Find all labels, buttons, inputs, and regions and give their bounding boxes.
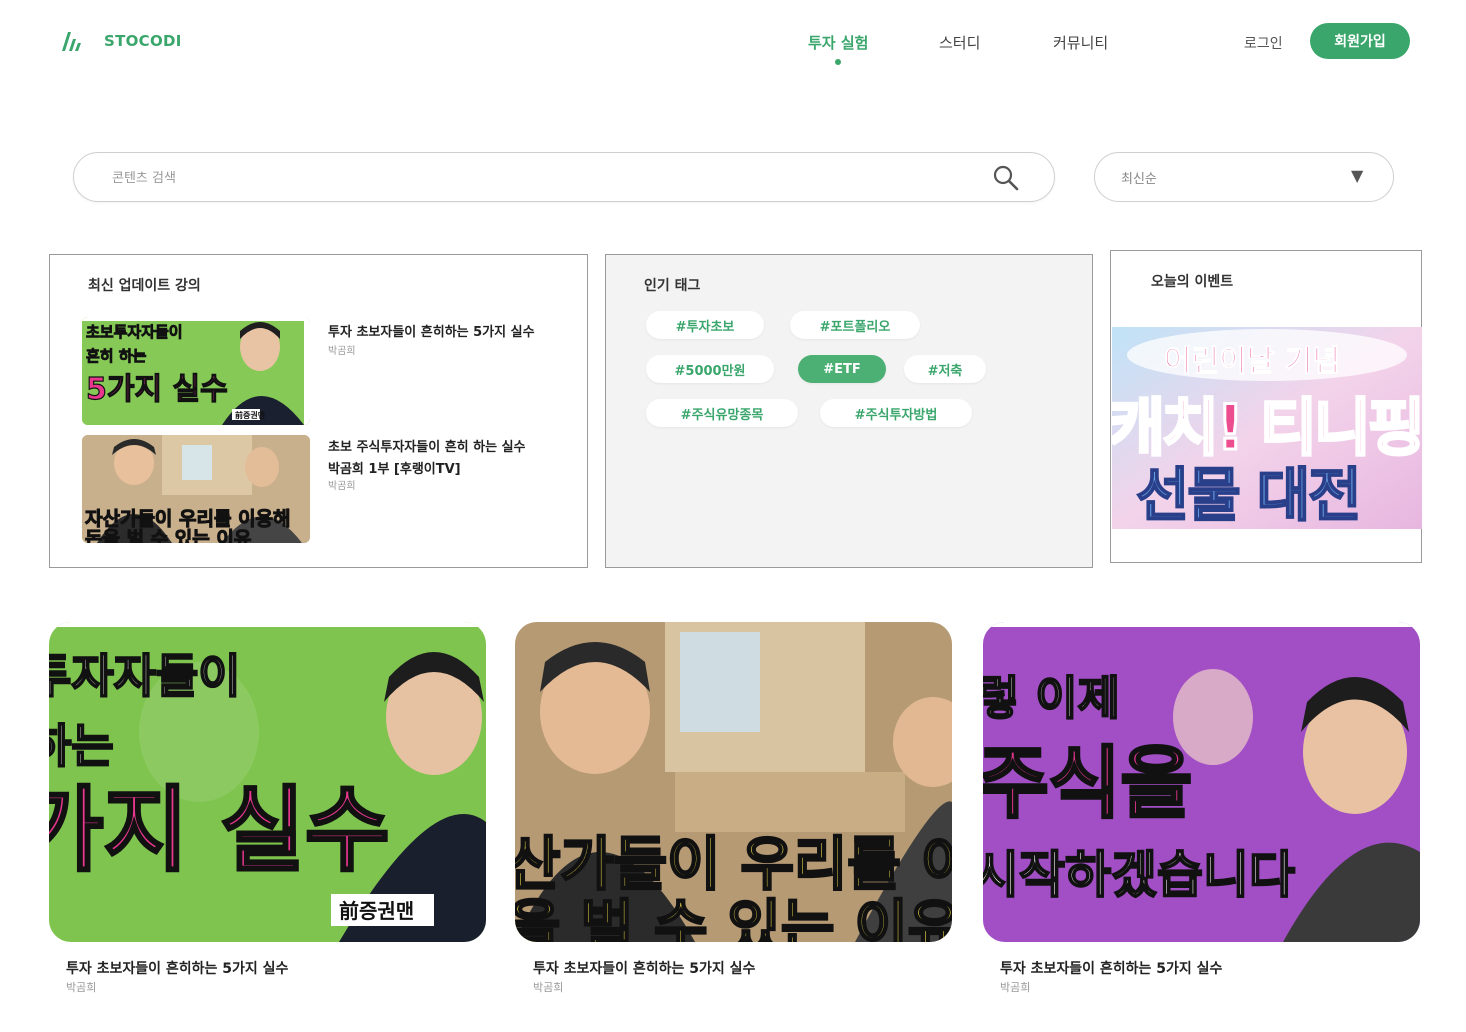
lecture-author: 박곰희 [328,346,356,357]
svg-text:캐치! 티니핑: 캐치! 티니핑 [1112,391,1422,464]
popular-tags-title: 인기 태그 [644,278,701,294]
latest-lectures-title: 최신 업데이트 강의 [88,278,201,294]
today-event-panel: 오늘의 이벤트 어린이날 기념 캐치! 티니핑 선물 대전 [1110,250,1422,563]
event-banner[interactable]: 어린이날 기념 캐치! 티니핑 선물 대전 [1112,327,1422,529]
svg-text:흔히 하는: 흔히 하는 [86,347,147,365]
video-card-title[interactable]: 투자 초보자들이 흔히하는 5가지 실수 [1000,958,1222,978]
nav-active-indicator [835,59,841,65]
video-card-author: 박곰희 [533,981,564,994]
popular-tags-panel: 인기 태그 #투자초보 #포트폴리오 #5000만원 #ETF #저축 #주식유… [605,254,1093,568]
tag-chip[interactable]: #저축 [904,355,986,383]
nav-study[interactable]: 스터디 [939,32,980,53]
search-input[interactable] [110,166,974,190]
latest-lectures-panel: 최신 업데이트 강의 초보투자자들이 흔히 하는 5가지 실수 前증권맨 투자 … [49,254,588,568]
tag-chip[interactable]: #투자초보 [646,311,764,339]
svg-text:선물 대전: 선물 대전 [1136,461,1360,529]
svg-text:초보투자자들이: 초보투자자들이 [86,323,183,341]
nav-investment-lab[interactable]: 투자 실험 [808,32,868,53]
lecture-title[interactable]: 초보 주식투자자들이 흔히 하는 실수 박곰희 1부 [후랭이TV] [328,437,526,481]
today-event-title: 오늘의 이벤트 [1151,274,1234,290]
tag-chip[interactable]: #5000만원 [646,355,774,383]
tag-chip[interactable]: #주식유망종목 [646,399,798,427]
svg-text:前증권맨: 前증권맨 [339,899,414,923]
svg-text:가지 실수: 가지 실수 [49,777,390,884]
video-card-thumbnail[interactable]: 투자자들이 하는 가지 실수 前증권맨 [49,622,486,942]
brand-logo-icon[interactable] [60,30,84,52]
svg-text:산가들이 우리를 이용: 산가들이 우리를 이용 [515,830,952,898]
video-card-author: 박곰희 [66,981,97,994]
tag-chip-selected[interactable]: #ETF [798,355,886,383]
tag-chip[interactable]: #포트폴리오 [790,311,920,339]
triangle-down-icon: ▼ [1351,166,1364,185]
tag-chip[interactable]: #주식투자방법 [820,399,972,427]
sort-selected-value: 최신순 [1121,172,1157,187]
svg-text:투자자들이: 투자자들이 [49,649,241,703]
video-card-author: 박곰희 [1000,981,1031,994]
login-link[interactable]: 로그인 [1244,33,1283,53]
lecture-thumbnail[interactable]: 자산가들이 우리를 이용해 돈을 벌 수 있는 이유 [82,435,310,543]
svg-text:을 벌 수 있는 이유: 을 벌 수 있는 이유 [515,893,952,942]
video-card-thumbnail[interactable]: 산가들이 우리를 이용 을 벌 수 있는 이유 [515,622,952,942]
nav-community[interactable]: 커뮤니티 [1053,32,1108,53]
lecture-title[interactable]: 투자 초보자들이 흔히하는 5가지 실수 [328,322,535,344]
brand-name[interactable]: STOCODI [104,32,182,50]
signup-button[interactable]: 회원가입 [1310,23,1410,59]
video-card-thumbnail[interactable]: 렇 이제 주식을 시작하겠습니다 [983,622,1420,942]
svg-text:5가지 실수: 5가지 실수 [86,372,228,407]
svg-text:하는: 하는 [49,719,114,773]
search-bar [73,152,1055,202]
svg-text:주식을: 주식을 [983,739,1192,829]
lecture-author: 박곰희 [328,481,356,492]
sort-select[interactable]: 최신순 ▼ [1094,152,1394,202]
video-card-title[interactable]: 투자 초보자들이 흔히하는 5가지 실수 [66,958,288,978]
video-card-title[interactable]: 투자 초보자들이 흔히하는 5가지 실수 [533,958,755,978]
lecture-thumbnail[interactable]: 초보투자자들이 흔히 하는 5가지 실수 前증권맨 [82,317,310,425]
svg-text:렇 이제: 렇 이제 [983,671,1120,725]
search-icon[interactable] [992,164,1020,192]
svg-text:시작하겠습니다: 시작하겠습니다 [983,846,1295,904]
svg-text:어린이날 기념: 어린이날 기념 [1164,344,1340,379]
svg-text:前증권맨: 前증권맨 [235,410,265,420]
svg-text:돈을 벌 수 있는 이유: 돈을 벌 수 있는 이유 [85,528,251,543]
svg-text:자산가들이 우리를 이용해: 자산가들이 우리를 이용해 [85,508,291,530]
